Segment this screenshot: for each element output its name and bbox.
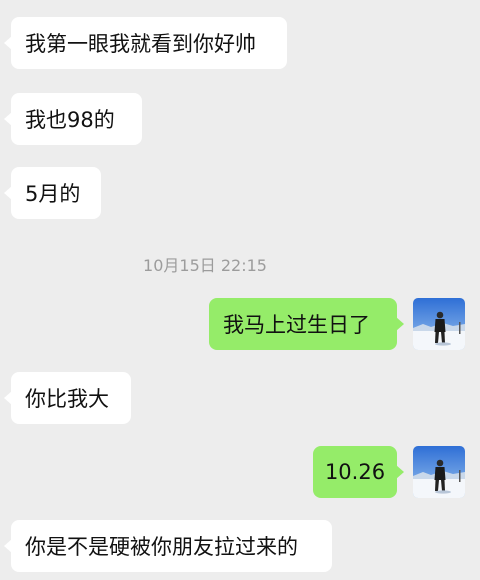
message-bubble-outgoing[interactable]: 10.26	[313, 446, 404, 498]
message-bubble-incoming[interactable]: 你比我大	[4, 372, 131, 424]
user-avatar[interactable]	[413, 298, 465, 350]
snow-landscape-person-icon	[413, 446, 465, 498]
message-bubble-incoming[interactable]: 你是不是硬被你朋友拉过来的	[4, 520, 332, 572]
message-bubble-incoming[interactable]: 我第一眼我就看到你好帅	[4, 17, 287, 69]
message-bubble-incoming[interactable]: 5月的	[4, 167, 101, 219]
message-timestamp: 10月15日 22:15	[143, 256, 267, 275]
user-avatar[interactable]	[413, 446, 465, 498]
message-bubble-incoming[interactable]: 我也98的	[4, 93, 142, 145]
message-bubble-outgoing[interactable]: 我马上过生日了	[209, 298, 404, 350]
snow-landscape-person-icon	[413, 298, 465, 350]
